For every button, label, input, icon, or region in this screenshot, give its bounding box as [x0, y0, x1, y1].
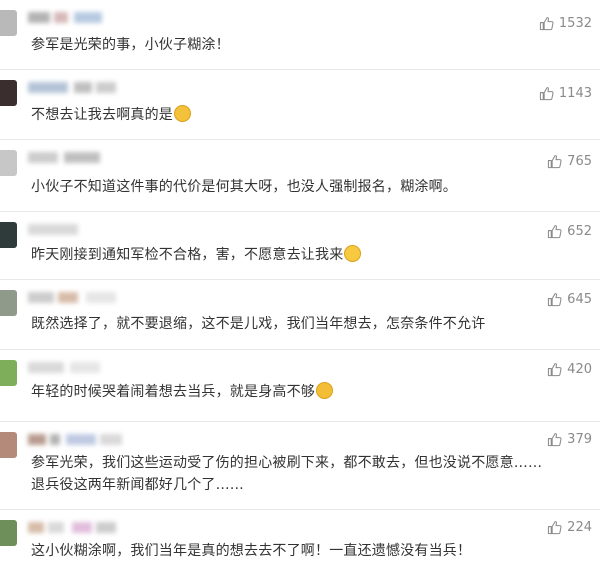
like-button[interactable]: 224 [547, 520, 592, 535]
like-count: 645 [567, 292, 592, 307]
comment-text: 参军是光荣的事，小伙子糊涂！ [31, 37, 230, 53]
comment-text: 年轻的时候哭着闹着想去当兵，就是身高不够 [31, 381, 570, 403]
like-count: 1532 [558, 16, 592, 31]
avatar[interactable] [0, 150, 17, 176]
username-blurred[interactable] [28, 82, 123, 94]
thumbs-up-icon [539, 17, 554, 31]
like-button[interactable]: 765 [547, 154, 592, 169]
thumbs-up-icon [548, 433, 562, 447]
comment-item: 不想去让我去啊真的是 1143 [0, 70, 600, 140]
avatar[interactable] [0, 432, 17, 458]
comment-item: 既然选择了，就不要退缩，这不是儿戏，我们当年想去，怎奈条件不允许 645 [0, 280, 600, 350]
username-blurred[interactable] [28, 434, 123, 446]
comment-item: 这小伙糊涂啊，我们当年是真的想去去不了啊！一直还遗憾没有当兵！ 224 [0, 510, 600, 578]
like-count: 224 [567, 520, 592, 535]
like-count: 765 [567, 154, 592, 169]
thumbs-up-icon [548, 155, 562, 169]
like-button[interactable]: 420 [547, 362, 592, 377]
like-button[interactable]: 652 [547, 224, 592, 239]
username-blurred[interactable] [28, 522, 123, 534]
comment-item: 参军是光荣的事，小伙子糊涂！ 1532 [0, 0, 600, 70]
comment-item: 参军光荣，我们这些运动受了伤的担心被刷下来，都不敢去，但也没说不愿意…… 退兵役… [0, 422, 600, 510]
thumbs-up-icon [548, 293, 562, 307]
like-button[interactable]: 1532 [539, 16, 592, 31]
comment-text: 不想去让我去啊真的是 [31, 104, 570, 126]
username-blurred[interactable] [28, 362, 123, 374]
thumbs-up-icon [539, 87, 554, 101]
comment-text: 昨天刚接到通知军检不合格，害，不愿意去让我来 [31, 244, 570, 266]
comment-text: 既然选择了，就不要退缩，这不是儿戏，我们当年想去，怎奈条件不允许 [31, 316, 486, 332]
username-blurred[interactable] [28, 224, 123, 236]
comment-text: 参军光荣，我们这些运动受了伤的担心被刷下来，都不敢去，但也没说不愿意…… 退兵役… [31, 455, 543, 493]
avatar[interactable] [0, 360, 17, 386]
avatar[interactable] [0, 10, 17, 36]
like-button[interactable]: 645 [547, 292, 592, 307]
like-button[interactable]: 1143 [539, 86, 592, 101]
avatar[interactable] [0, 222, 17, 248]
like-count: 652 [567, 224, 592, 239]
flushed-face-emoji [344, 245, 362, 262]
sad-face-emoji [316, 382, 333, 399]
comment-text: 这小伙糊涂啊，我们当年是真的想去去不了啊！一直还遗憾没有当兵！ [31, 543, 472, 559]
like-count: 379 [567, 432, 592, 447]
avatar[interactable] [0, 290, 17, 316]
comment-item: 小伙子不知道这件事的代价是何其大呀，也没人强制报名，糊涂啊。 765 [0, 140, 600, 212]
avatar[interactable] [0, 520, 17, 546]
thumbs-up-icon [548, 225, 562, 239]
username-blurred[interactable] [28, 292, 123, 304]
comment-item: 年轻的时候哭着闹着想去当兵，就是身高不够 420 [0, 350, 600, 422]
thumbs-up-icon [548, 363, 562, 377]
like-count: 1143 [558, 86, 592, 101]
username-blurred[interactable] [28, 152, 123, 164]
comment-text: 小伙子不知道这件事的代价是何其大呀，也没人强制报名，糊涂啊。 [31, 179, 457, 195]
like-count: 420 [567, 362, 592, 377]
thumbs-up-icon [548, 521, 562, 535]
crying-face-emoji [174, 105, 191, 122]
comment-item: 昨天刚接到通知军检不合格，害，不愿意去让我来 652 [0, 212, 600, 280]
avatar[interactable] [0, 80, 17, 106]
username-blurred[interactable] [28, 12, 123, 24]
like-button[interactable]: 379 [547, 432, 592, 447]
